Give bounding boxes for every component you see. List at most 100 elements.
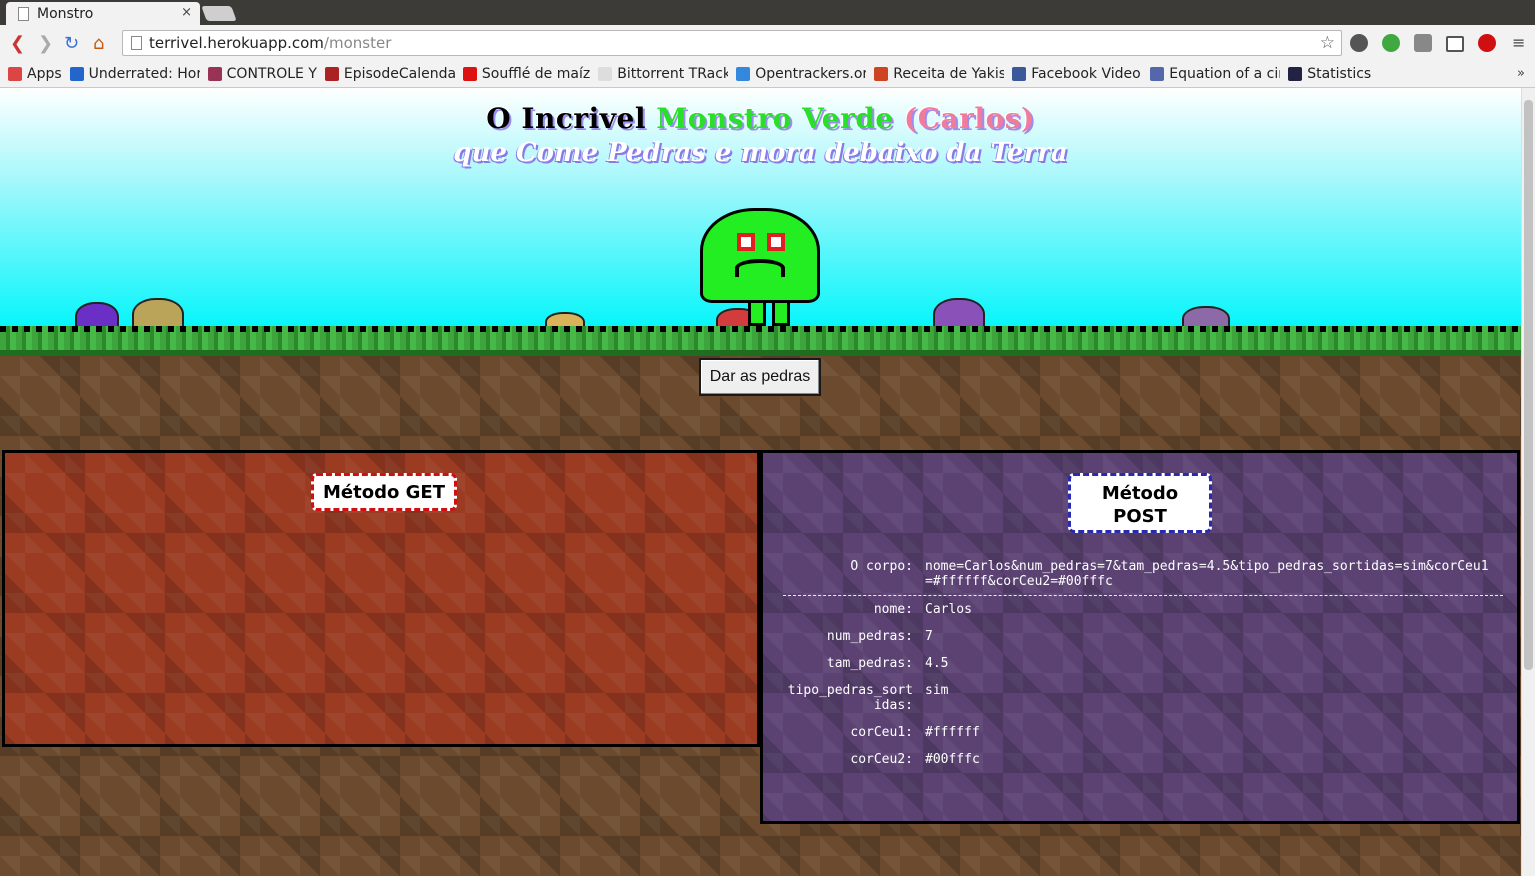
green-monster [700, 208, 820, 328]
post-field-key: tam_pedras: [826, 656, 913, 671]
bookmark-label: CONTROLE Y [226, 66, 317, 82]
body-key: O corpo: [850, 559, 913, 574]
bookmark-favicon-icon [69, 67, 84, 81]
page-title: O Incrivel Monstro Verde (Carlos) [0, 102, 1521, 135]
bookmark-item[interactable]: EpisodeCalendar [324, 66, 455, 82]
scrollbar-thumb[interactable] [1524, 100, 1533, 670]
tab-title: Monstro [37, 5, 94, 22]
page-icon [18, 6, 29, 21]
bookmark-favicon-icon [736, 67, 751, 81]
bookmark-item[interactable]: Equation of a circ [1150, 66, 1280, 82]
divider [783, 595, 1503, 596]
post-field-value: #00fffc [925, 752, 980, 767]
extension-icon-1[interactable] [1350, 34, 1368, 52]
post-field-key: corCeu1: [850, 725, 913, 740]
bookmark-label: EpisodeCalendar [343, 66, 455, 82]
give-rocks-button[interactable]: Dar as pedras [699, 358, 821, 396]
bookmark-favicon-icon [1150, 67, 1165, 81]
bookmark-label: Facebook Video D [1031, 66, 1142, 82]
body-row: O corpo: nome=Carlos&num_pedras=7&tam_pe… [783, 559, 1503, 589]
post-field-row: tam_pedras: 4.5 [783, 656, 1503, 671]
bookmark-favicon-icon [207, 67, 222, 81]
bookmark-item[interactable]: Soufflé de maíz [462, 66, 591, 82]
post-field-row: nome: Carlos [783, 602, 1503, 617]
post-title-line-2: POST [1113, 506, 1167, 527]
back-icon[interactable]: ❮ [10, 33, 25, 54]
bookmark-item[interactable]: Bittorrent TRacke [598, 66, 728, 82]
extension-icon-3[interactable] [1414, 34, 1432, 52]
bookmark-favicon-icon [1288, 67, 1303, 81]
address-bar[interactable]: terrivel.herokuapp.com/monster ☆ [122, 30, 1342, 56]
bookmark-favicon-icon [598, 67, 613, 81]
post-field-row: corCeu1: #ffffff [783, 725, 1503, 740]
bookmark-favicon-icon [874, 67, 889, 81]
monster-leg-right [772, 300, 790, 326]
bookmark-label: Equation of a circ [1169, 66, 1281, 82]
bookmark-favicon-icon [1012, 67, 1027, 81]
adblock-icon[interactable] [1478, 34, 1496, 52]
menu-icon[interactable]: ≡ [1512, 33, 1525, 52]
post-field-row: corCeu2: #00fffc [783, 752, 1503, 767]
post-field-row: num_pedras: 7 [783, 629, 1503, 644]
post-fields: O corpo: nome=Carlos&num_pedras=7&tam_pe… [783, 559, 1503, 779]
post-method-title: Método POST [1068, 473, 1212, 533]
bookmarks-bar: Apps Underrated: Horr CONTROLE Y EpisodeCal… [0, 61, 1535, 88]
title-part-3: (Carlos) [893, 102, 1035, 135]
extension-icon-2[interactable] [1382, 34, 1400, 52]
bookmark-item[interactable]: Underrated: Horr [69, 66, 200, 82]
reload-icon[interactable]: ↻ [64, 33, 79, 54]
bookmark-favicon-icon [324, 67, 339, 81]
bookmark-item[interactable]: Statistics [1288, 66, 1371, 82]
monster-body [700, 208, 820, 303]
title-part-2: Monstro Verde [656, 102, 894, 135]
tab-monstro[interactable]: Monstro × [6, 2, 200, 25]
bookmarks-overflow-icon[interactable]: » [1517, 66, 1525, 81]
post-field-key: corCeu2: [850, 752, 913, 767]
bookmark-item[interactable]: Apps [8, 66, 62, 82]
bookmark-favicon-icon [8, 67, 22, 81]
page-subtitle: que Come Pedras e mora debaixo da Terra [453, 138, 1068, 168]
bookmark-label: Bittorrent TRacke [617, 66, 729, 82]
home-icon[interactable]: ⌂ [93, 33, 104, 54]
post-method-panel: Método POST O corpo: nome=Carlos&num_ped… [760, 450, 1520, 824]
title-part-1: O Incrivel [486, 102, 657, 135]
post-field-key: tipo_pedras_sortidas: [787, 683, 913, 713]
bookmark-item[interactable]: CONTROLE Y [207, 66, 317, 82]
monster-mouth [735, 259, 785, 277]
bookmark-label: Apps [27, 66, 62, 82]
bookmark-label: Underrated: Horr [88, 66, 200, 82]
bookmark-star-icon[interactable]: ☆ [1320, 31, 1335, 55]
page-content: O Incrivel Monstro Verde (Carlos) que Co… [0, 88, 1521, 876]
close-tab-icon[interactable]: × [181, 5, 192, 20]
new-tab-button[interactable] [201, 6, 237, 21]
page-info-icon[interactable] [131, 36, 142, 50]
monster-leg-left [748, 300, 766, 326]
tab-strip: Monstro × [0, 0, 1535, 25]
forward-icon[interactable]: ❯ [38, 33, 53, 54]
post-field-key: nome: [873, 602, 913, 617]
bookmark-label: Statistics [1307, 66, 1372, 82]
grass [0, 326, 1521, 356]
post-field-row: tipo_pedras_sortidas: sim [783, 683, 1503, 713]
browser-toolbar: ❮ ❯ ↻ ⌂ terrivel.herokuapp.com/monster ☆… [0, 25, 1535, 61]
monster-right-eye [767, 233, 785, 251]
post-field-value: 7 [925, 629, 933, 644]
bookmark-label: Soufflé de maíz [481, 66, 591, 82]
bookmark-label: Receita de Yakiss [893, 66, 1005, 82]
get-method-panel: Método GET [2, 450, 760, 747]
monster-left-eye [737, 233, 755, 251]
post-field-value: #ffffff [925, 725, 980, 740]
bookmark-item[interactable]: Facebook Video D [1012, 66, 1142, 82]
post-field-key: num_pedras: [826, 629, 913, 644]
page-scrollbar[interactable] [1521, 88, 1535, 876]
url-host: terrivel.herokuapp.com [149, 34, 324, 52]
cast-icon[interactable] [1446, 36, 1464, 52]
post-field-value: sim [925, 683, 949, 698]
get-method-title: Método GET [311, 473, 457, 511]
post-field-value: 4.5 [925, 656, 949, 671]
url-path: /monster [323, 34, 392, 52]
bookmark-item[interactable]: Opentrackers.org [736, 66, 866, 82]
bookmark-item[interactable]: Receita de Yakiss [874, 66, 1004, 82]
bookmark-favicon-icon [462, 67, 477, 81]
post-title-line-1: Método [1101, 483, 1179, 504]
